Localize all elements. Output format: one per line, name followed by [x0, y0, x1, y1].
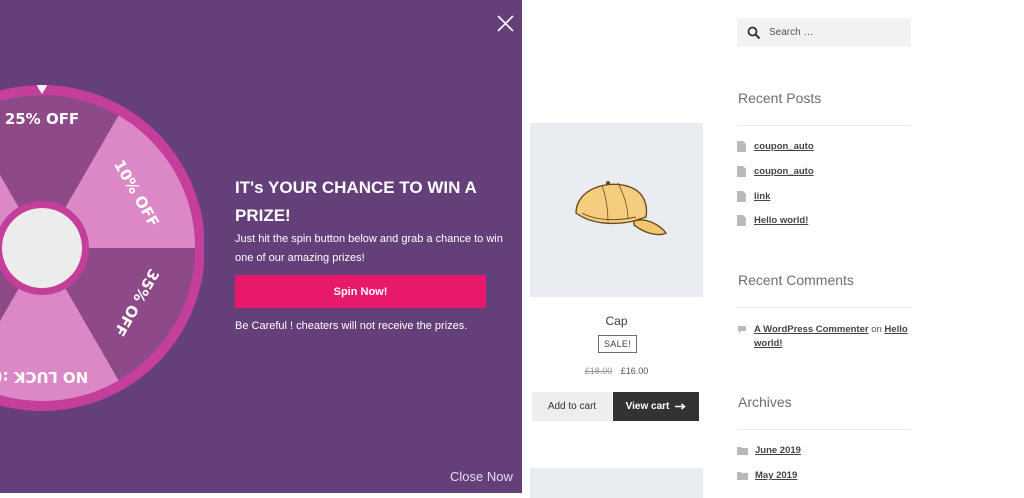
comment-bubble-icon: [738, 326, 746, 334]
view-cart-label: View cart: [625, 401, 670, 412]
close-icon[interactable]: [497, 15, 514, 32]
close-now-link[interactable]: Close Now: [450, 469, 513, 484]
price-old: £18.00: [584, 366, 613, 376]
product-title[interactable]: Cap: [530, 314, 703, 328]
product-image-2[interactable]: [530, 468, 703, 498]
recent-comments-title: Recent Comments: [738, 272, 854, 288]
comment-on-text: on: [871, 324, 882, 335]
recent-post-item[interactable]: Hello world!: [737, 215, 808, 226]
warning-text: Be Careful ! cheaters will not receive t…: [235, 320, 468, 332]
recent-comment-item: A WordPress Commenter on Hello world!: [737, 323, 917, 351]
recent-posts-title: Recent Posts: [738, 90, 822, 106]
view-cart-button[interactable]: View cart: [613, 392, 699, 421]
folder-icon: [737, 447, 748, 455]
spin-wheel-popup: 25% OFF 10% OFF 35% OFF NO LUCK :( IT's …: [0, 0, 522, 493]
arrow-right-icon: [675, 403, 687, 410]
divider: [738, 429, 911, 430]
price-new: £16.00: [620, 366, 649, 376]
prize-wheel: 25% OFF 10% OFF 35% OFF NO LUCK :(: [0, 85, 204, 411]
divider: [738, 125, 911, 126]
recent-post-item[interactable]: coupon_auto: [737, 141, 814, 152]
price-row: £18.00 £16.00: [530, 366, 703, 376]
search-icon: [747, 26, 761, 39]
comment-author-link[interactable]: A WordPress Commenter: [754, 324, 869, 335]
folder-icon: [737, 472, 748, 480]
divider: [738, 307, 911, 308]
document-icon: [737, 191, 746, 202]
wheel-label: 25% OFF: [5, 110, 79, 128]
archives-title: Archives: [738, 394, 792, 410]
recent-post-link[interactable]: Hello world!: [754, 215, 808, 226]
archive-item[interactable]: May 2019: [737, 470, 797, 481]
document-icon: [737, 141, 746, 152]
recent-post-item[interactable]: coupon_auto: [737, 166, 814, 177]
archive-link[interactable]: June 2019: [755, 445, 801, 456]
document-icon: [737, 166, 746, 177]
popup-description: Just hit the spin button below and grab …: [235, 233, 503, 264]
search-box[interactable]: [737, 18, 911, 47]
popup-heading: IT's YOUR CHANCE TO WIN A PRIZE!: [235, 178, 477, 225]
document-icon: [737, 215, 746, 226]
add-to-cart-button[interactable]: Add to cart: [532, 392, 612, 421]
archive-link[interactable]: May 2019: [755, 470, 797, 481]
sale-badge: SALE!: [598, 335, 638, 353]
recent-post-link[interactable]: link: [754, 191, 770, 202]
recent-post-item[interactable]: link: [737, 191, 770, 202]
cap-image: [574, 181, 667, 236]
archive-item[interactable]: June 2019: [737, 445, 801, 456]
wheel-label: NO LUCK :(: [0, 368, 88, 386]
spin-now-button[interactable]: Spin Now!: [235, 275, 486, 308]
search-input[interactable]: [767, 26, 901, 39]
recent-post-link[interactable]: coupon_auto: [754, 166, 814, 177]
wheel-hub[interactable]: [2, 208, 82, 288]
product-image[interactable]: [530, 123, 703, 297]
recent-post-link[interactable]: coupon_auto: [754, 141, 814, 152]
